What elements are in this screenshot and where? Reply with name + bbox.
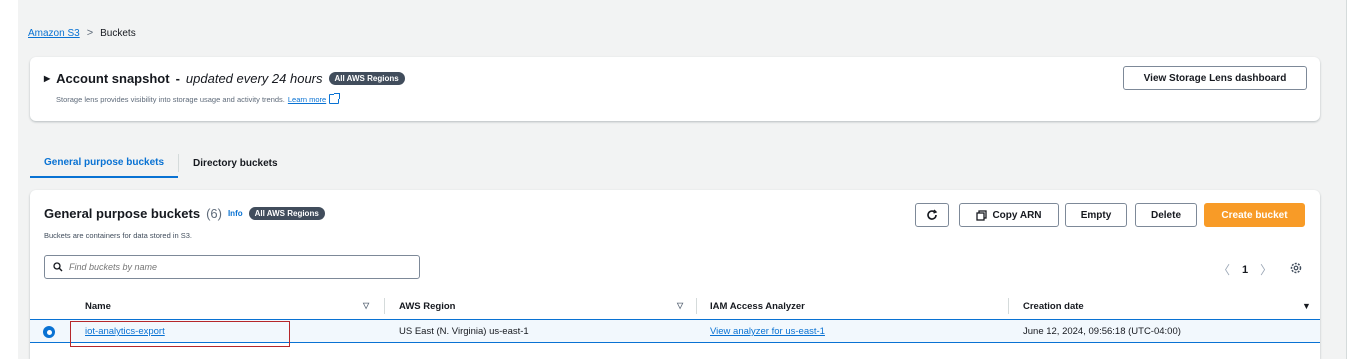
snapshot-description-text: Storage lens provides visibility into st… bbox=[56, 94, 285, 104]
snapshot-title-dash: - bbox=[175, 71, 180, 86]
refresh-button[interactable] bbox=[915, 203, 949, 227]
breadcrumb-current: Buckets bbox=[100, 27, 136, 39]
previous-page-icon[interactable]: 〈 bbox=[1218, 261, 1230, 278]
tab-general-purpose-buckets[interactable]: General purpose buckets bbox=[30, 148, 179, 178]
breadcrumb-amazon-s3[interactable]: Amazon S3 bbox=[28, 28, 80, 39]
column-header-iam-access-analyzer[interactable]: IAM Access Analyzer bbox=[710, 301, 805, 312]
row-select-radio[interactable] bbox=[43, 326, 55, 338]
buckets-count: (6) bbox=[206, 206, 222, 221]
snapshot-title: Account snapshot bbox=[56, 71, 170, 86]
buckets-description: Buckets are containers for data stored i… bbox=[44, 231, 192, 240]
empty-button[interactable]: Empty bbox=[1065, 203, 1127, 227]
breadcrumb: Amazon S3 > Buckets bbox=[28, 27, 136, 39]
column-header-name[interactable]: Name bbox=[85, 301, 111, 312]
account-snapshot-panel: ▶ Account snapshot - updated every 24 ho… bbox=[30, 57, 1320, 121]
search-input[interactable] bbox=[69, 262, 399, 272]
snapshot-subtitle: updated every 24 hours bbox=[185, 71, 323, 86]
copy-icon bbox=[976, 209, 988, 221]
column-header-creation-date[interactable]: Creation date bbox=[1023, 301, 1084, 312]
caret-right-icon[interactable]: ▶ bbox=[44, 74, 50, 83]
right-panel-edge bbox=[1346, 0, 1364, 359]
column-divider bbox=[696, 298, 697, 314]
sort-down-icon[interactable]: ▽ bbox=[677, 301, 683, 310]
sort-down-icon[interactable]: ▽ bbox=[363, 301, 369, 310]
highlight-box bbox=[70, 321, 290, 347]
table-header: Name ▽ AWS Region ▽ IAM Access Analyzer … bbox=[30, 293, 1320, 319]
copy-arn-button[interactable]: Copy ARN bbox=[959, 203, 1059, 227]
bucket-creation-date: June 12, 2024, 09:56:18 (UTC-04:00) bbox=[1023, 326, 1181, 337]
next-page-icon[interactable]: 〉 bbox=[1260, 261, 1272, 278]
view-storage-lens-button[interactable]: View Storage Lens dashboard bbox=[1123, 66, 1307, 90]
column-header-aws-region[interactable]: AWS Region bbox=[399, 301, 455, 312]
bucket-region: US East (N. Virginia) us-east-1 bbox=[399, 326, 529, 337]
buckets-title: General purpose buckets bbox=[44, 206, 201, 221]
bucket-tabs: General purpose buckets Directory bucket… bbox=[30, 148, 292, 178]
create-bucket-button[interactable]: Create bucket bbox=[1204, 203, 1305, 227]
learn-more-link[interactable]: Learn more bbox=[288, 95, 326, 104]
sort-descending-icon[interactable]: ▼ bbox=[1302, 301, 1311, 311]
view-analyzer-link[interactable]: View analyzer for us-east-1 bbox=[710, 326, 825, 337]
breadcrumb-separator-icon: > bbox=[86, 27, 94, 39]
snapshot-header[interactable]: ▶ Account snapshot - updated every 24 ho… bbox=[44, 71, 405, 86]
snapshot-description: Storage lens provides visibility into st… bbox=[56, 93, 341, 104]
search-icon bbox=[53, 262, 63, 272]
region-badge: All AWS Regions bbox=[328, 72, 405, 85]
bucket-search[interactable] bbox=[44, 255, 420, 279]
copy-arn-label: Copy ARN bbox=[992, 209, 1042, 221]
current-page-number[interactable]: 1 bbox=[1242, 264, 1248, 276]
column-divider bbox=[1008, 298, 1009, 314]
column-divider bbox=[384, 298, 385, 314]
refresh-icon bbox=[927, 209, 938, 220]
info-link[interactable]: Info bbox=[228, 209, 243, 218]
pagination: 〈 1 〉 bbox=[1218, 261, 1272, 278]
gear-icon[interactable] bbox=[1290, 262, 1302, 274]
delete-button[interactable]: Delete bbox=[1135, 203, 1197, 227]
buckets-header: General purpose buckets (6) Info All AWS… bbox=[44, 206, 325, 221]
region-badge: All AWS Regions bbox=[248, 207, 325, 220]
tab-directory-buckets[interactable]: Directory buckets bbox=[179, 148, 291, 178]
external-link-icon[interactable] bbox=[329, 93, 341, 104]
